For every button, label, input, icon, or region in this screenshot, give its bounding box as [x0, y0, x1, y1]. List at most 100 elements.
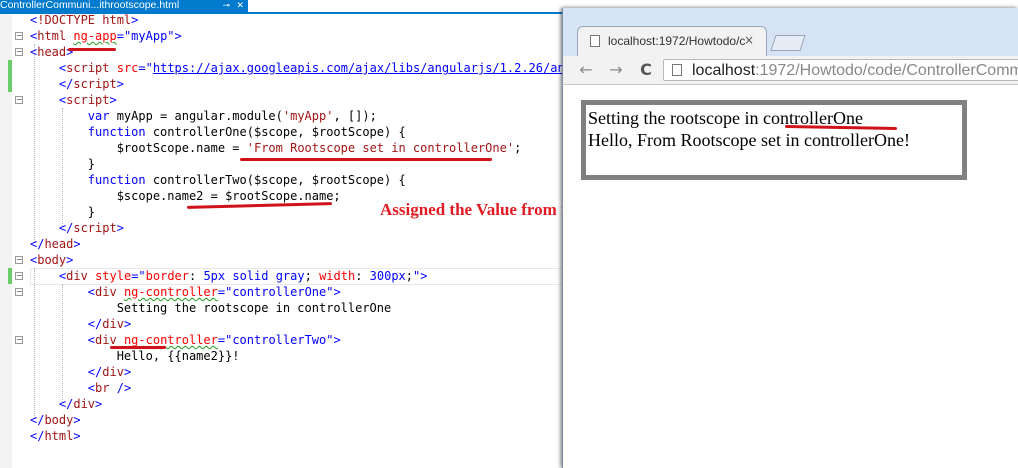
browser-tab[interactable]: localhost:1972/Howtodo/c × — [577, 26, 767, 56]
code-line: − <script> — [12, 92, 566, 108]
code-token: head — [44, 237, 74, 251]
code-line: </script> — [12, 220, 566, 236]
code-line: </html> — [12, 428, 566, 444]
code-token: ; — [304, 269, 320, 283]
fold-toggle-icon[interactable]: − — [15, 336, 23, 344]
code-token: </ — [87, 365, 103, 379]
fold-toggle-icon[interactable]: − — [15, 96, 23, 104]
code-token: controllerOne($scope, $rootScope) { — [145, 125, 406, 139]
document-tab[interactable]: ControllerCommuni...ithrootscope.html ⊸ … — [0, 0, 248, 12]
url-path: :1972/Howtodo/code/ControllerComm — [755, 62, 1018, 79]
code-line: − <div style="border: 5px solid gray; wi… — [12, 268, 566, 284]
code-token: </ — [30, 413, 45, 427]
code-token: script — [66, 61, 110, 75]
controller-two-text: Hello, From Rootscope set in controllerO… — [588, 130, 910, 150]
code-token: function — [87, 125, 146, 139]
document-tab-title: ControllerCommuni...ithrootscope.html — [0, 0, 180, 11]
code-token: script — [66, 93, 110, 107]
code-line: − <body> — [12, 252, 566, 268]
code-token: ="controllerOne"> — [217, 285, 341, 299]
code-token: div — [95, 333, 117, 347]
page-viewport: Setting the rootscope in controllerOne H… — [562, 85, 1018, 468]
code-token: head — [37, 45, 67, 59]
code-token: src — [116, 61, 139, 75]
code-token: ="myApp"> — [116, 29, 182, 43]
code-token: ng-controller — [123, 285, 218, 299]
code-token: ; — [514, 141, 522, 155]
code-token: > — [66, 253, 74, 267]
fold-toggle-icon[interactable]: − — [15, 48, 23, 56]
code-token: https://ajax.googleapis.com/ajax/libs/an… — [152, 61, 580, 75]
code-line: − <head> — [12, 44, 566, 60]
code-token: > — [109, 93, 117, 107]
code-token: =" — [131, 269, 146, 283]
code-token: : — [355, 269, 370, 283]
reload-icon[interactable]: C — [635, 59, 657, 81]
code-line: Hello, {{name2}}! — [12, 348, 566, 364]
code-token: div — [102, 365, 124, 379]
code-token: > — [95, 397, 103, 411]
code-token: function — [87, 173, 146, 187]
fold-toggle-icon[interactable]: − — [15, 288, 23, 296]
code-token: 'myApp' — [282, 109, 334, 123]
code-token: > — [73, 429, 81, 443]
code-line: function controllerTwo($scope, $rootScop… — [12, 172, 566, 188]
code-token: $scope.name2 = $rootScope.name; — [30, 189, 341, 203]
code-token: =" — [138, 61, 153, 75]
code-token: </ — [58, 77, 74, 91]
close-tab-icon[interactable]: × — [744, 33, 754, 47]
new-tab-button[interactable] — [770, 35, 806, 51]
fold-toggle-icon[interactable]: − — [15, 32, 23, 40]
code-line: </div> — [12, 364, 566, 380]
code-line: </div> — [12, 316, 566, 332]
red-underline-mark — [240, 158, 492, 161]
pin-icon[interactable]: ⊸ — [222, 0, 230, 11]
code-token: ="controllerTwo"> — [217, 333, 341, 347]
code-editor[interactable]: ControllerCommuni...ithrootscope.html ⊸ … — [0, 0, 579, 468]
address-bar[interactable]: localhost:1972/Howtodo/code/ControllerCo… — [663, 59, 1018, 81]
code-token: Hello, {{name2}}! — [30, 349, 240, 363]
code-token: Setting the rootscope in controllerOne — [30, 301, 392, 315]
code-line: </head> — [12, 236, 566, 252]
code-token: > — [123, 365, 132, 379]
code-line: var myApp = angular.module('myApp', []); — [12, 108, 566, 124]
code-token: , []); — [333, 109, 377, 123]
code-token: 300px — [369, 269, 406, 283]
forward-arrow-icon[interactable]: → — [605, 59, 627, 81]
close-icon[interactable]: ✕ — [236, 0, 244, 11]
code-token: var — [87, 109, 110, 123]
code-token: body — [44, 413, 74, 427]
code-token: ng-app — [73, 29, 117, 43]
code-token: script — [73, 77, 117, 91]
code-token: </ — [58, 397, 74, 411]
fold-toggle-icon[interactable]: − — [15, 256, 23, 264]
code-line: </div> — [12, 396, 566, 412]
code-token: 'From Rootscope set in controllerOne' — [246, 141, 515, 155]
code-token: html — [44, 429, 74, 443]
code-token: < — [87, 285, 96, 299]
controller-one-text: Setting the rootscope in controllerOne — [588, 108, 863, 128]
code-area[interactable]: <!DOCTYPE html> − <html ng-app="myApp"> − <h… — [12, 12, 579, 444]
code-token: > — [131, 13, 139, 27]
code-token: !DOCTYPE html — [37, 13, 132, 27]
url-text[interactable]: localhost:1972/Howtodo/code/ControllerCo… — [692, 61, 1018, 80]
page-icon — [672, 64, 682, 76]
back-arrow-icon[interactable]: ← — [575, 59, 597, 81]
code-line: function controllerOne($scope, $rootScop… — [12, 124, 566, 140]
browser-tab-title: localhost:1972/Howtodo/c — [608, 34, 746, 48]
fold-toggle-icon[interactable]: − — [15, 272, 23, 280]
